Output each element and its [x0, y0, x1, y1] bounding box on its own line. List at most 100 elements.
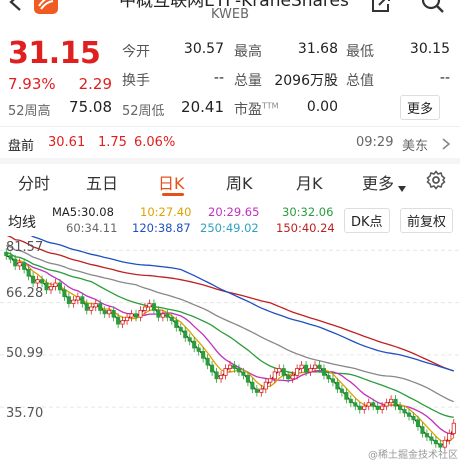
open-value: 30.57: [183, 41, 224, 57]
high-label: 最高: [234, 44, 262, 60]
premarket-time: 09:29: [356, 135, 394, 150]
ma-label[interactable]: 均线: [8, 212, 36, 232]
candle: [304, 364, 309, 373]
more-details-button[interactable]: 更多: [400, 95, 441, 120]
candle: [236, 368, 241, 373]
candle: [151, 303, 156, 311]
candle: [344, 392, 349, 400]
ma60-value: 60:34.11: [66, 221, 118, 235]
candle: [116, 316, 121, 325]
divider: [0, 158, 460, 164]
tab-daily-k[interactable]: 日K: [158, 170, 185, 194]
candle: [26, 268, 31, 277]
candle: [375, 405, 380, 410]
y-tick-label: 81.57: [6, 240, 44, 255]
top-bar: 中概互联网ETF-KraneShares KWEB: [0, 0, 460, 32]
high-value: 31.68: [297, 41, 338, 57]
candle: [348, 398, 353, 404]
timezone-label: 美东: [402, 139, 429, 154]
candle: [384, 402, 389, 407]
candle: [219, 374, 224, 380]
candle: [125, 316, 130, 322]
candle: [272, 371, 277, 380]
candle: [451, 422, 456, 434]
candle: [44, 282, 49, 291]
y-tick-label: 35.70: [6, 406, 44, 421]
candle: [406, 412, 412, 417]
ma20-value: 20:29.65: [208, 205, 260, 219]
candle: [433, 439, 438, 445]
ma250-value: 250:49.02: [200, 221, 259, 235]
turnover-label: 换手: [122, 73, 150, 89]
adjust-button[interactable]: 前复权: [400, 208, 454, 233]
candle: [129, 313, 134, 318]
candle: [62, 289, 67, 298]
candle: [66, 296, 71, 304]
candle: [196, 347, 201, 352]
kline-chart[interactable]: [0, 236, 460, 460]
candle: [389, 398, 394, 404]
candle: [268, 378, 273, 383]
chevron-right-icon[interactable]: [440, 136, 452, 150]
dk-point-button[interactable]: DK点: [344, 208, 390, 233]
tab-five-day[interactable]: 五日: [86, 170, 118, 194]
candle: [299, 364, 304, 369]
low-value: 30.15: [409, 41, 450, 57]
search-icon[interactable]: [420, 0, 446, 14]
tab-more[interactable]: 更多: [362, 170, 394, 194]
candle: [133, 313, 139, 318]
candle: [312, 364, 318, 369]
market-cap-value: --: [439, 70, 450, 86]
ma5-value: MA5:30.08: [52, 205, 114, 219]
candle: [192, 340, 197, 349]
candle: [13, 258, 18, 267]
candle: [330, 378, 335, 383]
candle: [245, 374, 250, 383]
candle: [241, 371, 246, 376]
candle: [254, 388, 259, 393]
candle: [8, 255, 13, 260]
candle: [326, 374, 331, 380]
candle: [111, 309, 116, 318]
candle: [187, 337, 192, 342]
premarket-label: 盘前: [8, 139, 35, 154]
candle: [107, 309, 112, 315]
candle: [205, 357, 210, 366]
candle: [138, 309, 143, 318]
gear-icon[interactable]: [426, 170, 446, 190]
premarket-change: 1.75: [98, 135, 127, 150]
candle: [415, 419, 420, 428]
tab-intraday[interactable]: 分时: [18, 170, 50, 194]
candle: [232, 364, 237, 369]
candle: [178, 327, 183, 332]
y-tick-label: 50.99: [6, 346, 44, 361]
candle: [353, 402, 358, 407]
candle: [424, 433, 429, 438]
candle: [71, 299, 76, 304]
change-amount: 2.29: [78, 75, 112, 93]
candle: [84, 303, 89, 311]
candle: [295, 368, 300, 376]
candle: [93, 303, 98, 308]
candle: [250, 381, 255, 390]
tab-weekly-k[interactable]: 周K: [226, 170, 253, 194]
tab-monthly-k[interactable]: 月K: [296, 170, 323, 194]
candle: [98, 303, 103, 311]
candle: [286, 374, 291, 380]
week52-high-label: 52周高: [8, 104, 51, 119]
candle: [40, 279, 45, 284]
y-tick-label: 66.28: [6, 286, 44, 301]
candle: [335, 381, 340, 390]
share-icon[interactable]: [370, 0, 392, 14]
candle: [31, 275, 36, 284]
candle: [366, 402, 371, 407]
candle: [429, 436, 434, 441]
week52-low-value: 20.41: [181, 98, 224, 116]
candle: [398, 405, 403, 410]
candle: [22, 262, 27, 270]
candle: [169, 316, 174, 322]
candle: [174, 320, 179, 328]
pe-label-text: 市盈: [234, 102, 262, 118]
moving-average-line: [6, 255, 455, 443]
candle: [17, 262, 22, 267]
